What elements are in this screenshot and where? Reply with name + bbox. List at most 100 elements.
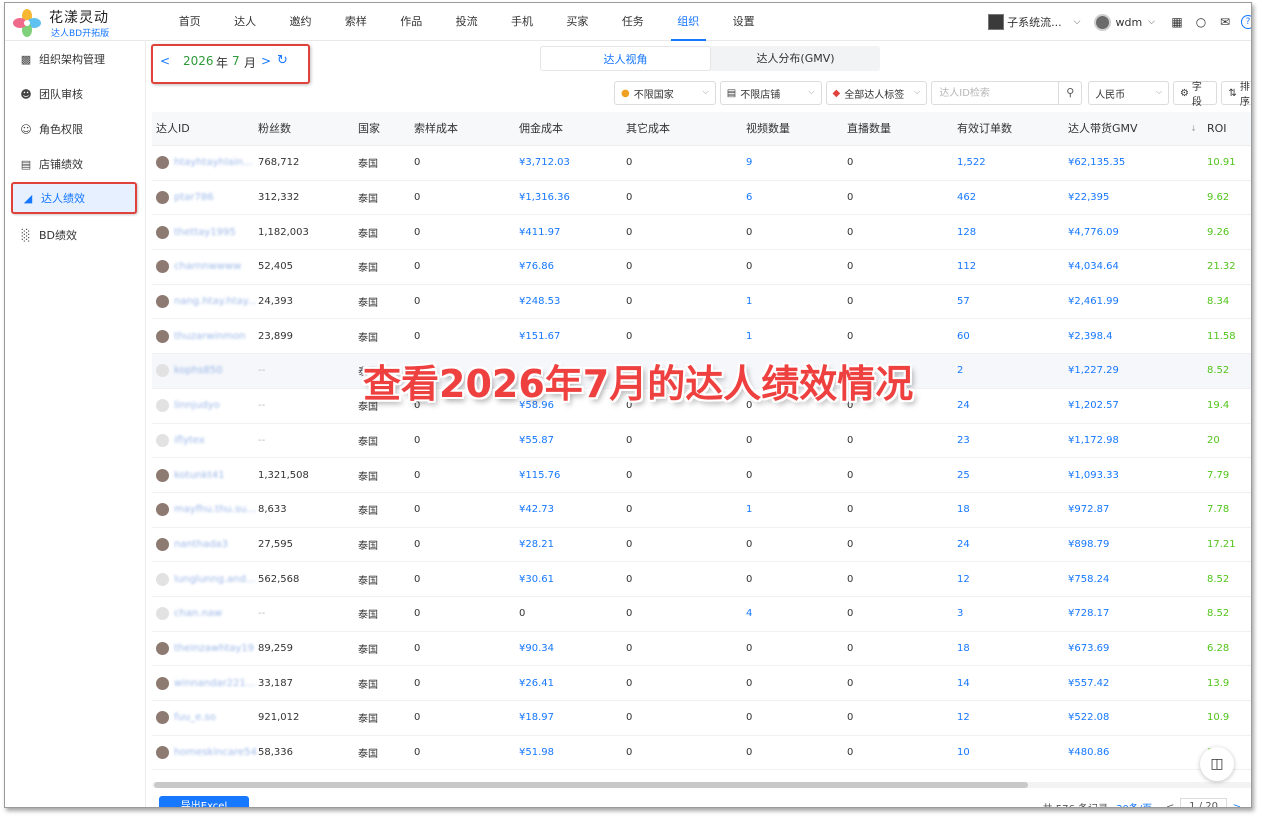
- table-row[interactable]: htayhtayhlain... 768,712 泰国 0 ¥3,712.03 0 9 0 1,…: [152, 146, 1251, 181]
- nav-organization[interactable]: 组织: [661, 3, 716, 41]
- cell-creator-id[interactable]: nanthada3: [152, 537, 258, 551]
- creator-id-link[interactable]: theinzawhtay19: [174, 643, 254, 654]
- cell-gmv[interactable]: ¥522.08: [1068, 712, 1207, 723]
- cell-gmv[interactable]: ¥1,202.57: [1068, 400, 1207, 411]
- col-sample-cost[interactable]: 索样成本: [414, 112, 519, 145]
- col-other-cost[interactable]: 其它成本: [626, 112, 746, 145]
- col-roi[interactable]: ROI: [1207, 112, 1251, 145]
- cell-commission[interactable]: ¥30.61: [519, 574, 626, 585]
- year-value[interactable]: 2026: [183, 54, 214, 68]
- creator-id-link[interactable]: iflytex: [174, 435, 205, 446]
- cell-videos[interactable]: 6: [746, 192, 847, 203]
- sidebar-item-team-review[interactable]: ☻ 团队审核: [11, 78, 137, 110]
- creator-id-search-input[interactable]: [931, 81, 1060, 105]
- cell-gmv[interactable]: ¥4,034.64: [1068, 261, 1207, 272]
- cell-videos[interactable]: 4: [746, 608, 847, 619]
- mail-icon[interactable]: ✉: [1213, 15, 1237, 29]
- col-live-count[interactable]: 直播数量: [847, 112, 957, 145]
- cell-commission[interactable]: ¥51.98: [519, 747, 626, 758]
- nav-phones[interactable]: 手机: [494, 3, 549, 41]
- inbox-icon[interactable]: ◫: [1200, 747, 1234, 781]
- table-row[interactable]: kotunkt41 1,321,508 泰国 0 ¥115.76 0 0 0 25 ¥1,093.…: [152, 458, 1251, 493]
- cell-orders[interactable]: 1,522: [957, 157, 1068, 168]
- search-icon[interactable]: ⚲: [1059, 81, 1083, 105]
- cell-orders[interactable]: 57: [957, 296, 1068, 307]
- month-value[interactable]: 7: [232, 54, 240, 68]
- cell-orders[interactable]: 24: [957, 400, 1068, 411]
- cell-creator-id[interactable]: linnjudyo: [152, 399, 258, 413]
- cell-orders[interactable]: 462: [957, 192, 1068, 203]
- cell-orders[interactable]: 128: [957, 227, 1068, 238]
- table-row[interactable]: thettay1995 1,182,003 泰国 0 ¥411.97 0 0 0 128 ¥4,7…: [152, 215, 1251, 251]
- creator-id-link[interactable]: thettay1995: [174, 227, 236, 238]
- table-row[interactable]: mayfhu.thu.su... 8,633 泰国 0 ¥42.73 0 1 0 18 ¥972.…: [152, 493, 1251, 528]
- cell-creator-id[interactable]: homeskincare54: [152, 746, 258, 760]
- nav-tasks[interactable]: 任务: [605, 3, 660, 41]
- cell-creator-id[interactable]: nang.htay.htay...: [152, 295, 258, 309]
- tab-creator-distribution[interactable]: 达人分布(GMV): [711, 46, 880, 71]
- creator-id-link[interactable]: kophs850: [174, 365, 223, 376]
- table-row[interactable]: thuzarwinmon 23,899 泰国 0 ¥151.67 0 1 0 60 ¥2,398.…: [152, 319, 1251, 355]
- currency-select[interactable]: 人民币 ⌵: [1088, 81, 1169, 105]
- chevron-right-icon[interactable]: >: [261, 54, 271, 68]
- table-row[interactable]: lunglunng.and... 562,568 泰国 0 ¥30.61 0 0 0 12 ¥75…: [152, 562, 1251, 597]
- creator-id-link[interactable]: mayfhu.thu.su...: [174, 504, 256, 515]
- cell-gmv[interactable]: ¥1,172.98: [1068, 435, 1207, 446]
- store-select[interactable]: ▤ 不限店铺 ⌵: [719, 81, 822, 105]
- nav-buyers[interactable]: 买家: [550, 3, 605, 41]
- creator-id-link[interactable]: nang.htay.htay...: [174, 296, 257, 307]
- table-row[interactable]: charnnwwww 52,405 泰国 0 ¥76.86 0 0 0 112 ¥4,034.64…: [152, 250, 1251, 285]
- cell-commission[interactable]: ¥26.41: [519, 678, 626, 689]
- cell-orders[interactable]: 24: [957, 539, 1068, 550]
- sub-account-switcher[interactable]: 子系统流... ⌵: [988, 14, 1080, 30]
- cell-orders[interactable]: 60: [957, 331, 1068, 342]
- cell-creator-id[interactable]: mayfhu.thu.su...: [152, 503, 258, 517]
- cell-gmv[interactable]: ¥480.86: [1068, 747, 1207, 758]
- cell-gmv[interactable]: ¥2,461.99: [1068, 296, 1207, 307]
- cell-commission[interactable]: ¥90.34: [519, 643, 626, 654]
- cell-orders[interactable]: 10: [957, 747, 1068, 758]
- table-row[interactable]: chan.naw -- 泰国 0 0 0 4 0 3 ¥728.17 8.52: [152, 597, 1251, 632]
- tag-select[interactable]: ◆ 全部达人标签 ⌵: [825, 81, 928, 105]
- creator-id-link[interactable]: charnnwwww: [174, 261, 241, 272]
- table-row[interactable]: theinzawhtay19 89,259 泰国 0 ¥90.34 0 0 0 18 ¥673.6…: [152, 632, 1251, 667]
- country-select[interactable]: ● 不限国家 ⌵: [614, 81, 716, 105]
- sidebar-item-org-structure[interactable]: ▩ 组织架构管理: [11, 43, 137, 75]
- table-row[interactable]: iflytex -- 泰国 0 ¥55.87 0 0 0 23 ¥1,172.98 20: [152, 424, 1251, 459]
- sidebar-item-role-permissions[interactable]: ☺ 角色权限: [11, 113, 137, 145]
- cell-commission[interactable]: ¥55.87: [519, 435, 626, 446]
- sort-button[interactable]: ⇅ 排序: [1221, 81, 1251, 108]
- cell-gmv[interactable]: ¥557.42: [1068, 678, 1207, 689]
- nav-samples[interactable]: 索样: [328, 3, 383, 41]
- cell-orders[interactable]: 3: [957, 608, 1068, 619]
- cell-creator-id[interactable]: winnandar221...: [152, 676, 258, 690]
- creator-id-link[interactable]: lunglunng.and...: [174, 574, 255, 585]
- chat-icon[interactable]: ○: [1189, 15, 1213, 29]
- cell-gmv[interactable]: ¥62,135.35: [1068, 157, 1207, 168]
- col-fans[interactable]: 粉丝数: [258, 112, 358, 145]
- cell-gmv[interactable]: ¥898.79: [1068, 539, 1207, 550]
- cell-creator-id[interactable]: theinzawhtay19: [152, 641, 258, 655]
- app-logo[interactable]: 花漾灵动 达人BD开拓版: [11, 6, 141, 40]
- cell-commission[interactable]: ¥411.97: [519, 227, 626, 238]
- horizontal-scrollbar[interactable]: [152, 782, 1251, 788]
- cell-gmv[interactable]: ¥1,227.29: [1068, 365, 1207, 376]
- table-row[interactable]: homeskincare54 58,336 泰国 0 ¥51.98 0 0 0 10 ¥480.8…: [152, 736, 1251, 771]
- col-video-count[interactable]: 视频数量: [746, 112, 847, 145]
- col-creator-id[interactable]: 达人ID: [152, 112, 258, 145]
- page-indicator[interactable]: 1 / 20: [1180, 798, 1227, 807]
- cell-commission[interactable]: ¥1,316.36: [519, 192, 626, 203]
- cell-gmv[interactable]: ¥758.24: [1068, 574, 1207, 585]
- cell-creator-id[interactable]: fuu_e.so: [152, 711, 258, 725]
- tab-creator-view[interactable]: 达人视角: [540, 46, 711, 71]
- col-gmv[interactable]: 达人带货GMV ↓: [1068, 112, 1207, 145]
- cell-gmv[interactable]: ¥972.87: [1068, 504, 1207, 515]
- table-row[interactable]: winnandar221... 33,187 泰国 0 ¥26.41 0 0 0 14 ¥557.…: [152, 666, 1251, 701]
- cell-gmv[interactable]: ¥1,093.33: [1068, 470, 1207, 481]
- cell-commission[interactable]: ¥115.76: [519, 470, 626, 481]
- creator-id-link[interactable]: chan.naw: [174, 608, 222, 619]
- cell-commission[interactable]: ¥42.73: [519, 504, 626, 515]
- cell-gmv[interactable]: ¥4,776.09: [1068, 227, 1207, 238]
- cell-gmv[interactable]: ¥673.69: [1068, 643, 1207, 654]
- nav-works[interactable]: 作品: [384, 3, 439, 41]
